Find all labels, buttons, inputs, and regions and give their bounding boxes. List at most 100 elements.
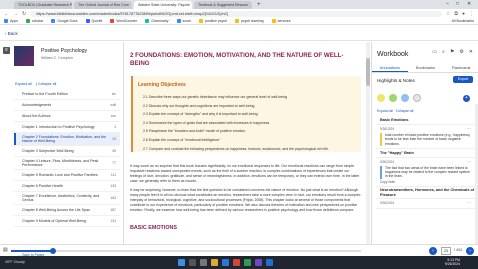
reader-pane[interactable]: 2 FOUNDATIONS: EMOTION, MOTIVATION, AND … — [124, 42, 370, 244]
previous-page-button[interactable]: ‹ — [429, 247, 437, 255]
menu-icon[interactable]: ⋮ — [469, 11, 474, 17]
copy-note-link[interactable]: Copy Note — [380, 180, 471, 184]
file-explorer-icon[interactable] — [211, 259, 218, 266]
bookmark-item[interactable]: scholar — [25, 19, 43, 23]
toc-item[interactable]: About the Authors xxv — [14, 111, 120, 122]
annotation-group-heading[interactable]: Neurotransmitters, Hormones, and the Che… — [376, 187, 475, 199]
annotation-quote: total number of basic positive emotions … — [380, 133, 471, 146]
annotation-card[interactable]: 9/26/2024 ⋯ — [376, 199, 475, 209]
app-icon[interactable] — [255, 259, 262, 266]
more-options-icon[interactable]: ⋯ — [467, 159, 471, 164]
more-options-icon[interactable]: ⋯ — [467, 126, 471, 131]
gray-swatch[interactable] — [413, 94, 421, 102]
bookmark-item[interactable]: Grammarly — [145, 19, 169, 23]
url-field[interactable]: https://www.bibliotheca.walden.com/reade… — [30, 10, 442, 17]
annotation-card[interactable]: 9/26/2024 ⋯ total number of basic positi… — [376, 125, 475, 149]
annotation-group-heading[interactable]: The "Happy" Brain — [376, 149, 475, 158]
browser-tab-active[interactable]: Walden State University: Psyche — [134, 1, 192, 9]
address-bar-row: ← → ↻ https://www.bibliotheca.walden.com… — [0, 9, 478, 18]
expand-all-link[interactable]: Expand all — [15, 82, 32, 86]
back-button[interactable]: ‹ Back — [5, 31, 18, 36]
spotify-icon[interactable] — [244, 259, 251, 266]
more-options-icon[interactable]: ⋯ — [467, 200, 471, 205]
next-page-button[interactable]: › — [466, 247, 474, 255]
maximize-icon[interactable]: □ — [456, 0, 459, 9]
page-number-input[interactable]: 23 — [441, 247, 451, 255]
workbook-expand-collapse[interactable]: Expand all · Collapse all — [377, 109, 413, 113]
contents-icon[interactable]: ▤ — [3, 247, 8, 253]
search-icon[interactable] — [189, 259, 196, 266]
task-view-icon[interactable] — [200, 259, 207, 266]
new-tab-icon[interactable]: + — [254, 1, 264, 9]
close-icon[interactable]: ✕ — [469, 49, 473, 55]
page-total: / 403 — [454, 248, 462, 252]
objective-item: 2.7 Compare and contrast the following p… — [143, 146, 329, 151]
annotation-list: Basic Emotions 9/26/2024 ⋯ total number … — [376, 116, 475, 209]
export-button[interactable]: Export — [453, 76, 473, 83]
reader-scrollbar[interactable] — [366, 42, 370, 244]
blue-swatch[interactable] — [401, 94, 409, 102]
all-bookmarks-link[interactable]: All Bookmarks — [452, 18, 474, 25]
toc-item[interactable]: Acknowledgments xxiii — [14, 100, 120, 111]
toc-item[interactable]: Chapter 5 Romantic Love and Positive Fam… — [14, 170, 120, 181]
star-icon[interactable]: ☆ — [446, 11, 450, 17]
toc-toggle-icon[interactable]: ≡ — [3, 47, 10, 54]
weather-widget[interactable]: 49°F Cloudy — [5, 260, 25, 264]
toc-item[interactable]: Chapter 8 Well-Being Across the Life Spa… — [14, 205, 120, 216]
page-slider-handle[interactable] — [50, 248, 56, 254]
highlight-color-filters — [377, 94, 421, 102]
annotation-group-heading[interactable]: Basic Emotions — [376, 116, 475, 125]
bookmark-item[interactable]: WordCounter — [110, 19, 137, 23]
forward-arrow-icon[interactable]: → — [13, 11, 18, 17]
edge-icon[interactable] — [222, 259, 229, 266]
toc-item[interactable]: Chapter 6 Positive Health 133 — [14, 181, 120, 192]
toc-item[interactable]: Chapter 3 Subjective Well-Being 49 — [14, 146, 120, 157]
bookmark-item[interactable]: psych learning — [235, 19, 264, 23]
bookmark-item[interactable]: Quizlet — [85, 19, 102, 23]
toc-item[interactable]: Chapter 4 Leisure, Flow, Mindfulness, an… — [14, 157, 120, 170]
yellow-swatch[interactable] — [377, 94, 385, 102]
word-icon[interactable] — [266, 259, 273, 266]
os-taskbar: 49°F Cloudy 9:13 PM 9/26/2024 — [0, 256, 478, 269]
browser-tab[interactable]: Textbook & Suggested Resourc — [194, 1, 252, 9]
minimize-icon[interactable]: – — [446, 0, 449, 9]
back-arrow-icon[interactable]: ← — [4, 11, 9, 17]
tab-annotations[interactable]: Annotations — [372, 64, 408, 72]
close-window-icon[interactable]: ✕ — [467, 0, 471, 9]
annotation-date: 9/26/2024 — [380, 159, 395, 164]
browser-tab[interactable]: The Oxford Journal of Res Com — [74, 1, 132, 9]
tab-bookmarks[interactable]: Bookmarks — [408, 64, 444, 72]
bookmark-item[interactable]: Google Docs — [51, 19, 78, 23]
profile-icon[interactable]: ● — [462, 11, 465, 17]
reader-bottom-bar: ▤ ← Back to Pages ‹ 23 / 403 › — [0, 244, 478, 257]
search-icon[interactable]: ⌕ — [442, 49, 445, 55]
section-heading: BASIC EMOTIONS — [130, 225, 178, 231]
settings-icon[interactable]: ⚙ — [459, 49, 463, 55]
green-swatch[interactable] — [389, 94, 397, 102]
bookmark-item[interactable]: services — [271, 19, 290, 23]
start-icon[interactable] — [178, 259, 185, 266]
annotation-card[interactable]: 9/26/2024 ⋯ The fact that two areas of t… — [376, 158, 475, 187]
objective-item: 2.2 Discuss why our thoughts and cogniti… — [143, 103, 255, 108]
reader-scroll-thumb[interactable] — [366, 58, 370, 86]
add-note-icon[interactable]: + — [463, 95, 470, 102]
browser-tab[interactable]: TOOLBOX (Graduate Research Pa — [14, 1, 72, 9]
toc-item-current[interactable]: Chapter 2 Foundations: Emotion, Motivati… — [14, 133, 120, 146]
toc-item[interactable]: Chapter 1 Introduction to Positive Psych… — [14, 122, 120, 133]
chrome-icon[interactable] — [233, 259, 240, 266]
reload-icon[interactable]: ↻ — [22, 11, 26, 17]
bookmark-item[interactable]: Apps — [4, 19, 18, 23]
layout-icon[interactable]: ▭ — [432, 49, 437, 55]
tab-flashcards[interactable]: Flashcards — [443, 64, 478, 72]
page-slider[interactable] — [11, 248, 361, 254]
bookmark-item[interactable]: zoom — [176, 19, 191, 23]
toc-item[interactable]: Chapter 7 Excellence, Aesthetics, Creati… — [14, 192, 120, 205]
collapse-all-link[interactable]: Collapse all — [38, 82, 57, 86]
extensions-icon[interactable]: ⧉ — [454, 11, 458, 17]
clock[interactable]: 9:13 PM 9/26/2024 — [445, 258, 460, 267]
toc-item[interactable]: Chapter 9 Models of Optimal Well-Being 21… — [14, 216, 120, 227]
bookmark-item[interactable]: positive psych — [199, 19, 227, 23]
bookmark-icon[interactable]: ⚑ — [450, 49, 454, 55]
folder-icon — [235, 19, 240, 23]
toc-item[interactable]: Preface to the Fourth Edition xiv — [14, 89, 120, 100]
